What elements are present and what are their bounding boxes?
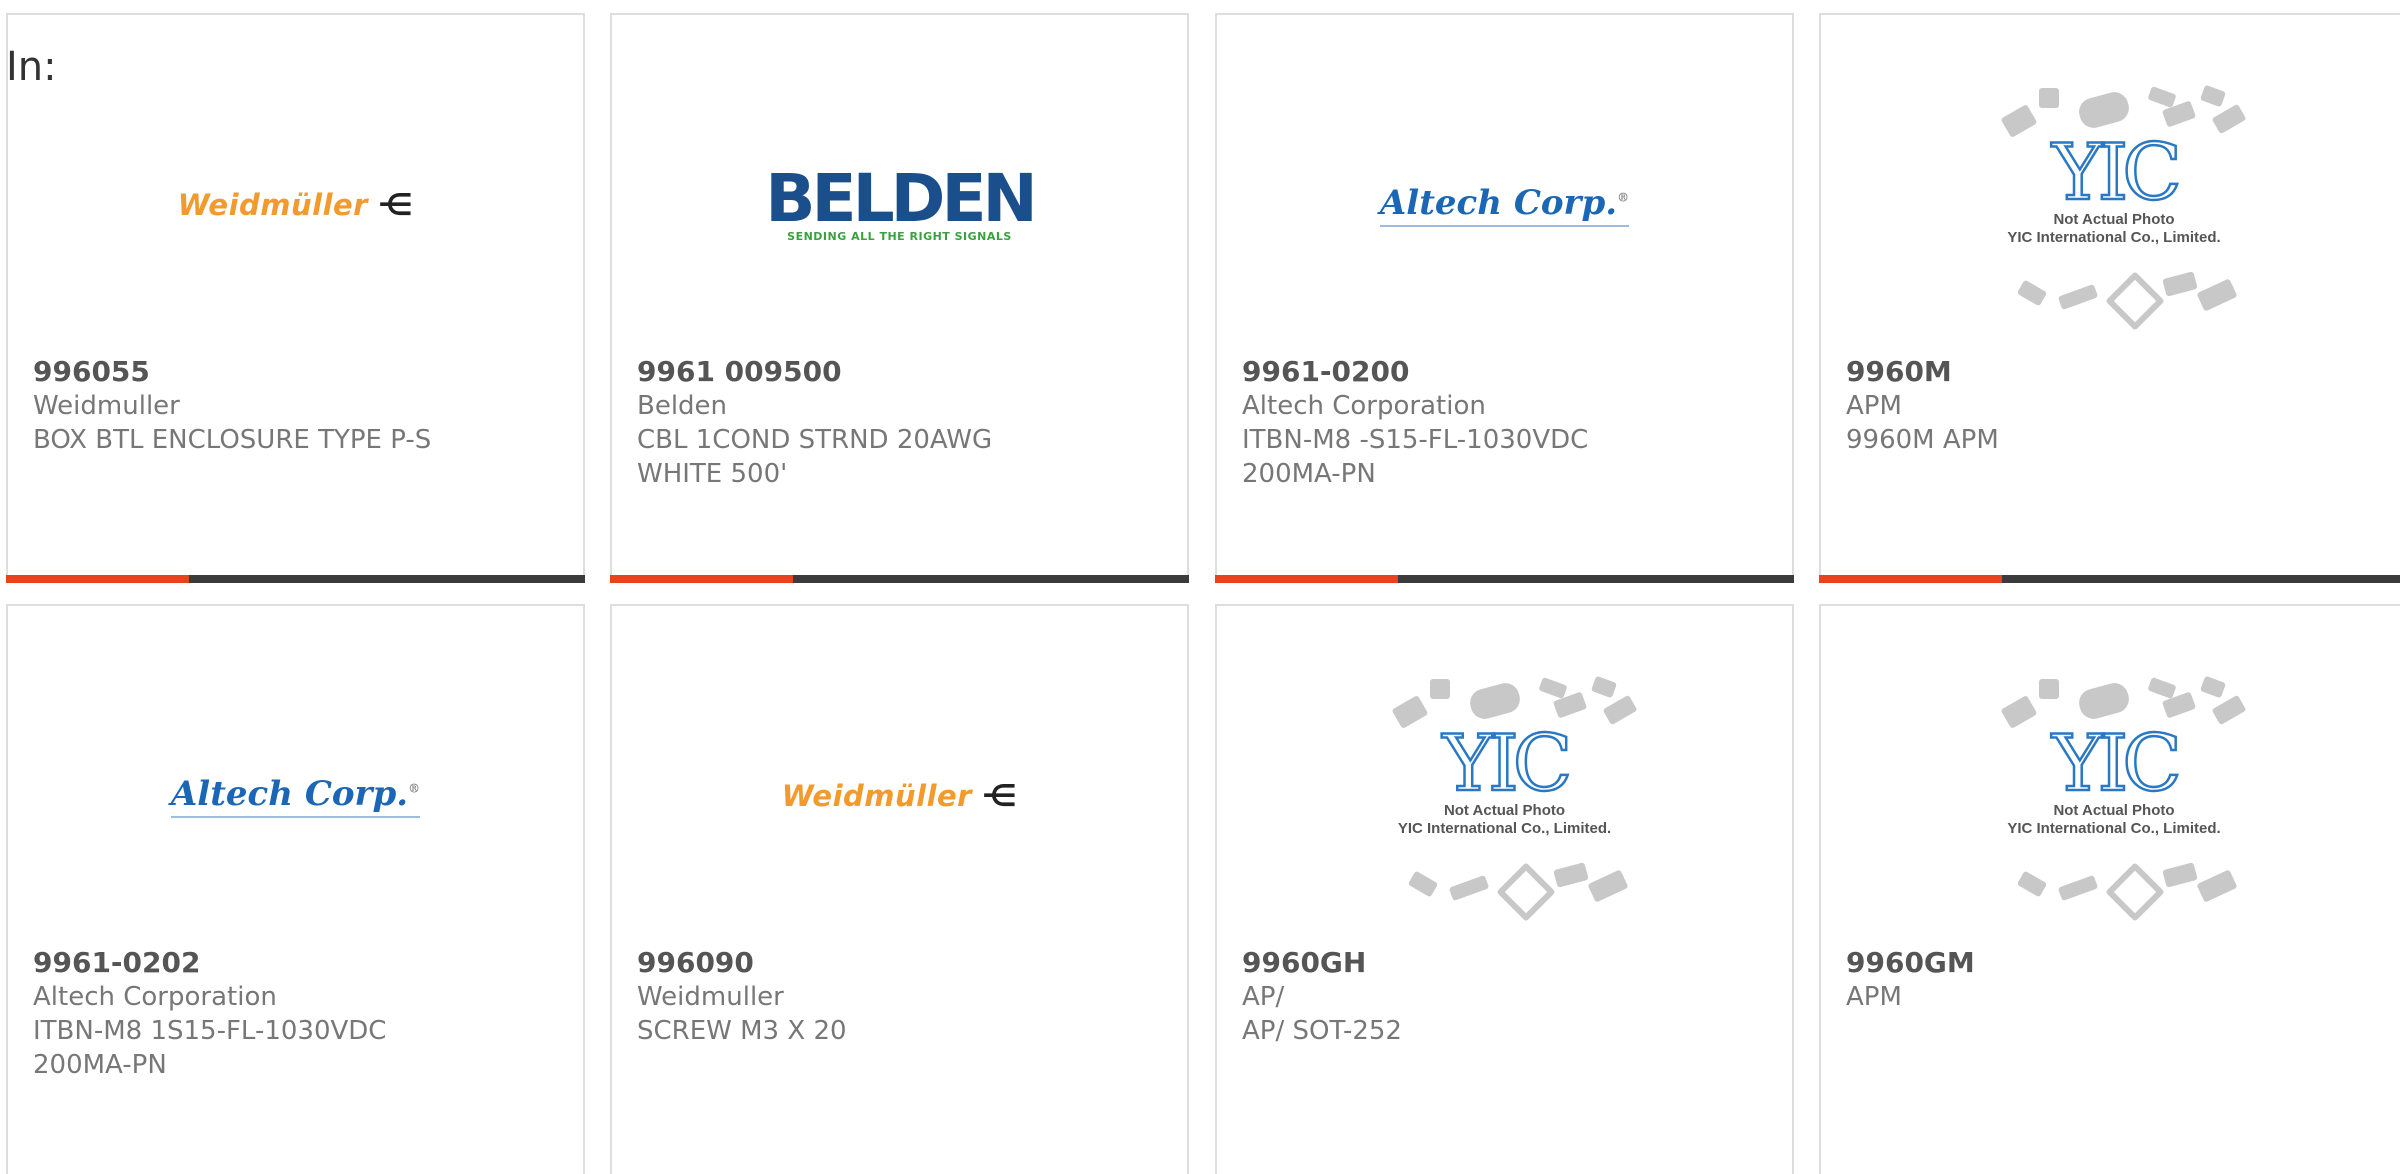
product-image[interactable]: Altech Corp.® bbox=[1217, 65, 1792, 345]
description: ITBN-M8 1S15-FL-1030VDC bbox=[33, 1016, 387, 1046]
manufacturer: Altech Corporation bbox=[33, 982, 277, 1012]
product-card[interactable]: Weidmüller ⋲ 996090 Weidmuller SCREW M3 X… bbox=[610, 604, 1189, 1174]
part-number[interactable]: 9961-0202 bbox=[33, 946, 563, 980]
description: BOX BTL ENCLOSURE TYPE P-S bbox=[33, 425, 432, 455]
description: SCREW M3 X 20 bbox=[637, 1016, 847, 1046]
yic-logo-icon: YIC bbox=[1441, 719, 1573, 809]
product-image[interactable]: YIC Not Actual Photo YIC International C… bbox=[1821, 656, 2400, 936]
product-image[interactable]: YIC Not Actual Photo YIC International C… bbox=[1821, 65, 2400, 345]
part-number[interactable]: 9960GM bbox=[1846, 946, 2387, 980]
product-image[interactable]: Weidmüller ⋲ bbox=[8, 65, 583, 345]
description: CBL 1COND STRND 20AWG bbox=[637, 425, 993, 455]
product-image[interactable]: BELDEN SENDING ALL THE RIGHT SIGNALS bbox=[612, 65, 1187, 345]
product-card[interactable]: Altech Corp.® 9961-0200 Altech Corporati… bbox=[1215, 13, 1794, 583]
card-bottom-bar bbox=[1215, 575, 1794, 583]
card-bottom-bar bbox=[1819, 575, 2400, 583]
part-number[interactable]: 9961 009500 bbox=[637, 355, 1167, 389]
placeholder-image: YIC Not Actual Photo YIC International C… bbox=[1974, 671, 2254, 922]
product-card[interactable]: YIC Not Actual Photo YIC International C… bbox=[1215, 604, 1794, 1174]
part-number[interactable]: 9961-0200 bbox=[1242, 355, 1772, 389]
weidmuller-logo: Weidmüller ⋲ bbox=[781, 778, 1018, 814]
yic-logo-icon: YIC bbox=[2051, 719, 2183, 809]
yic-logo-icon: YIC bbox=[2051, 128, 2183, 218]
description: ITBN-M8 -S15-FL-1030VDC bbox=[1242, 425, 1589, 455]
weidmuller-mark-icon: ⋲ bbox=[377, 187, 414, 223]
part-number[interactable]: 9960GH bbox=[1242, 946, 1772, 980]
description: 9960M APM bbox=[1846, 425, 1999, 455]
manufacturer: AP/ bbox=[1242, 982, 1285, 1012]
part-number[interactable]: 9960M bbox=[1846, 355, 2387, 389]
manufacturer: Weidmuller bbox=[33, 391, 180, 421]
description-cont: WHITE 500' bbox=[637, 459, 788, 489]
altech-logo: Altech Corp.® bbox=[170, 774, 421, 818]
manufacturer: Weidmuller bbox=[637, 982, 784, 1012]
part-number[interactable]: 996090 bbox=[637, 946, 1167, 980]
product-card[interactable]: YIC Not Actual Photo YIC International C… bbox=[1819, 13, 2400, 583]
weidmuller-mark-icon: ⋲ bbox=[981, 778, 1018, 814]
card-bottom-bar bbox=[610, 575, 1189, 583]
product-image[interactable]: Altech Corp.® bbox=[8, 656, 583, 936]
manufacturer: APM bbox=[1846, 982, 1902, 1012]
product-image[interactable]: Weidmüller ⋲ bbox=[612, 656, 1187, 936]
product-card[interactable]: BELDEN SENDING ALL THE RIGHT SIGNALS 996… bbox=[610, 13, 1189, 583]
product-image[interactable]: YIC Not Actual Photo YIC International C… bbox=[1217, 656, 1792, 936]
product-card[interactable]: YIC Not Actual Photo YIC International C… bbox=[1819, 604, 2400, 1174]
manufacturer: APM bbox=[1846, 391, 1902, 421]
placeholder-image: YIC Not Actual Photo YIC International C… bbox=[1974, 80, 2254, 331]
filter-label: In: bbox=[6, 44, 57, 90]
description-cont: 200MA-PN bbox=[33, 1050, 167, 1080]
weidmuller-logo: Weidmüller ⋲ bbox=[177, 187, 414, 223]
belden-logo: BELDEN SENDING ALL THE RIGHT SIGNALS bbox=[765, 159, 1038, 243]
card-bottom-bar bbox=[6, 575, 585, 583]
product-card[interactable]: Weidmüller ⋲ 996055 Weidmuller BOX BTL EN… bbox=[6, 13, 585, 583]
description: AP/ SOT-252 bbox=[1242, 1016, 1402, 1046]
placeholder-image: YIC Not Actual Photo YIC International C… bbox=[1365, 671, 1645, 922]
part-number[interactable]: 996055 bbox=[33, 355, 563, 389]
description-cont: 200MA-PN bbox=[1242, 459, 1376, 489]
manufacturer: Altech Corporation bbox=[1242, 391, 1486, 421]
manufacturer: Belden bbox=[637, 391, 728, 421]
altech-logo: Altech Corp.® bbox=[1379, 183, 1630, 227]
product-card[interactable]: Altech Corp.® 9961-0202 Altech Corporati… bbox=[6, 604, 585, 1174]
